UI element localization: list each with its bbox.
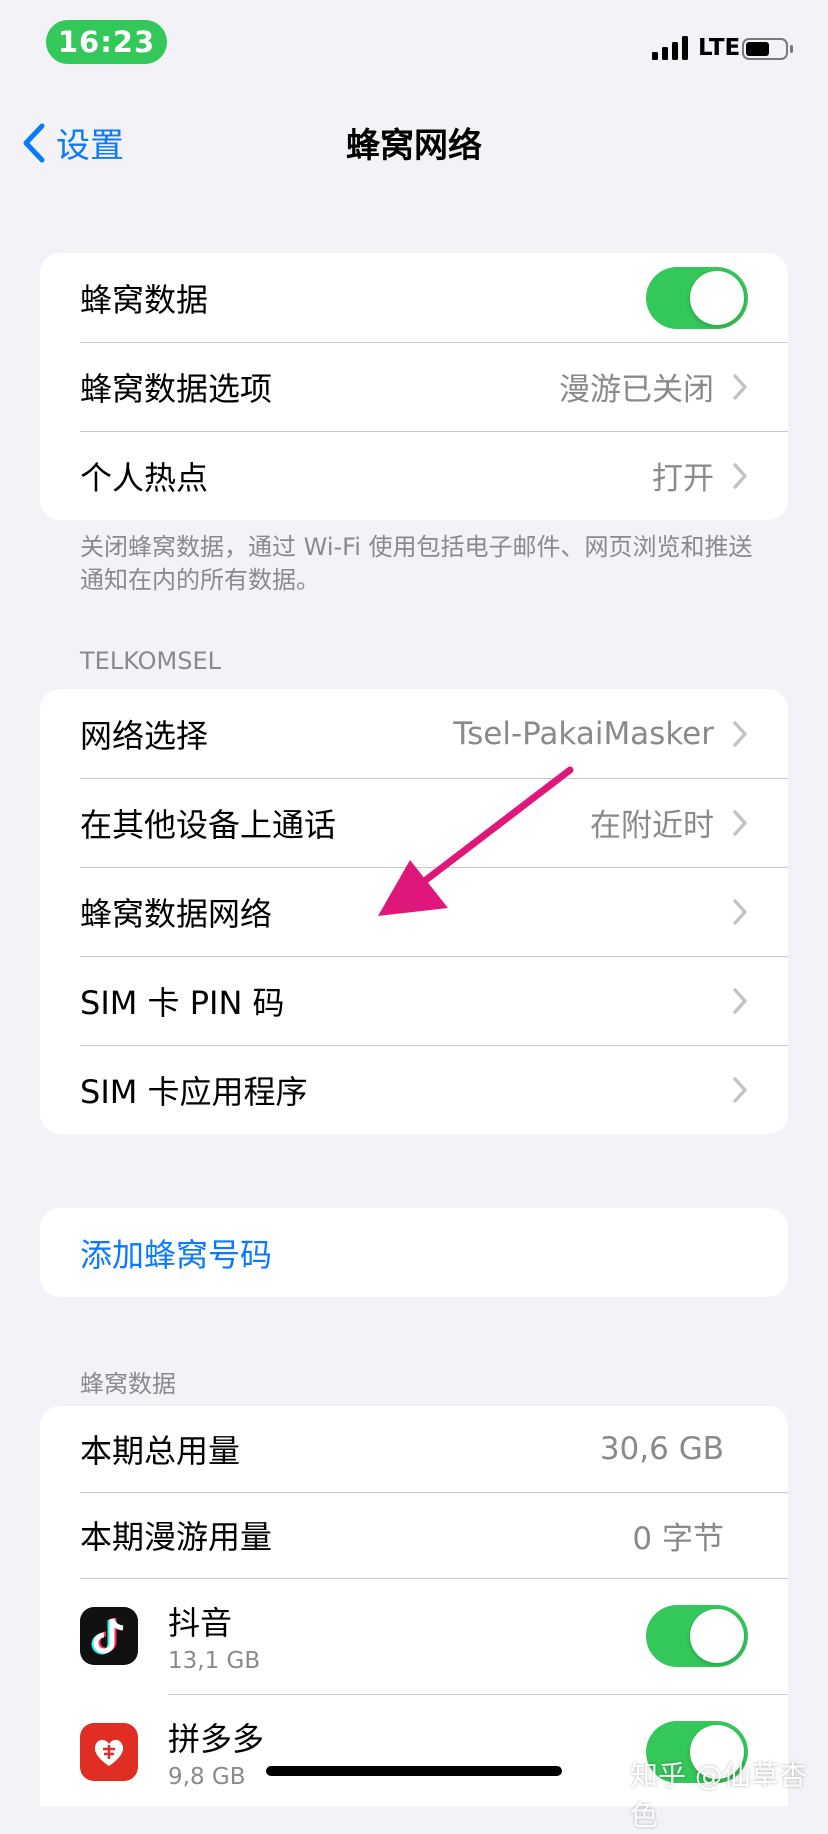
cellular-data-options-value: 漫游已关闭 bbox=[559, 372, 714, 408]
add-cellular-plan-link[interactable]: 添加蜂窝号码 bbox=[80, 1230, 272, 1276]
tiktok-note-icon bbox=[91, 1618, 124, 1655]
battery-icon bbox=[742, 38, 793, 60]
cellular-data-options-row[interactable]: 蜂窝数据选项 漫游已关闭 bbox=[40, 342, 788, 431]
app-name: 拼多多 bbox=[168, 1720, 265, 1758]
page-title: 蜂窝网络 bbox=[346, 126, 482, 166]
chevron-right-icon bbox=[733, 720, 747, 747]
personal-hotspot-value: 打开 bbox=[652, 461, 714, 497]
roaming-period-value: 0 字节 bbox=[632, 1520, 724, 1557]
personal-hotspot-row[interactable]: 个人热点 打开 bbox=[40, 431, 788, 520]
cellular-data-options-label: 蜂窝数据选项 bbox=[80, 369, 273, 408]
sim-applications-label: SIM 卡应用程序 bbox=[80, 1072, 308, 1111]
cellular-data-row: 蜂窝数据 bbox=[40, 253, 788, 342]
calls-other-devices-value: 在附近时 bbox=[590, 808, 714, 844]
app-row-douyin: 抖音 13,1 GB bbox=[40, 1578, 788, 1694]
cellular-data-label: 蜂窝数据 bbox=[80, 280, 209, 319]
chevron-right-icon bbox=[733, 809, 747, 836]
chevron-right-icon bbox=[733, 1076, 747, 1103]
sim-pin-label: SIM 卡 PIN 码 bbox=[80, 983, 285, 1022]
app-name: 抖音 bbox=[168, 1604, 233, 1642]
add-cellular-plan-row[interactable]: 添加蜂窝号码 bbox=[40, 1208, 788, 1297]
current-period-row: 本期总用量 30,6 GB bbox=[40, 1406, 788, 1492]
heart-icon bbox=[94, 1739, 124, 1766]
cellular-settings-group: 蜂窝数据 蜂窝数据选项 漫游已关闭 个人热点 打开 bbox=[40, 253, 788, 520]
app-info: 拼多多 9,8 GB bbox=[168, 1714, 646, 1790]
personal-hotspot-label: 个人热点 bbox=[80, 458, 209, 497]
cellular-data-toggle[interactable] bbox=[646, 266, 748, 329]
roaming-period-row: 本期漫游用量 0 字节 bbox=[40, 1492, 788, 1578]
app-info: 抖音 13,1 GB bbox=[168, 1598, 646, 1674]
watermark: 知乎 @仙草杏色 bbox=[630, 1759, 807, 1832]
network-selection-label: 网络选择 bbox=[80, 716, 209, 755]
add-plan-group: 添加蜂窝号码 bbox=[40, 1208, 788, 1297]
current-period-label: 本期总用量 bbox=[80, 1432, 241, 1470]
sim-pin-row[interactable]: SIM 卡 PIN 码 bbox=[40, 956, 788, 1045]
toggle-knob bbox=[690, 270, 744, 325]
douyin-data-toggle[interactable] bbox=[646, 1605, 748, 1667]
pinduoduo-app-icon bbox=[80, 1723, 138, 1781]
chevron-right-icon bbox=[733, 462, 747, 489]
chevron-right-icon bbox=[733, 987, 747, 1014]
sim-applications-row[interactable]: SIM 卡应用程序 bbox=[40, 1045, 788, 1134]
data-usage-group: 本期总用量 30,6 GB 本期漫游用量 0 字节 抖音 13,1 GB 拼多多… bbox=[40, 1406, 788, 1806]
status-time: 16:23 bbox=[46, 20, 167, 64]
home-indicator[interactable] bbox=[266, 1766, 562, 1776]
toggle-knob bbox=[690, 1609, 744, 1663]
data-usage-header: 蜂窝数据 bbox=[80, 1370, 176, 1398]
carrier-header: TELKOMSEL bbox=[80, 647, 221, 675]
roaming-period-label: 本期漫游用量 bbox=[80, 1518, 273, 1556]
cellular-footer-note: 关闭蜂窝数据，通过 Wi-Fi 使用包括电子邮件、网页浏览和推送通知在内的所有数… bbox=[80, 533, 753, 594]
chevron-right-icon bbox=[733, 373, 747, 400]
chevron-right-icon bbox=[733, 898, 747, 925]
app-usage: 13,1 GB bbox=[168, 1648, 261, 1674]
current-period-value: 30,6 GB bbox=[599, 1431, 724, 1467]
network-type: LTE bbox=[698, 35, 741, 61]
douyin-app-icon bbox=[80, 1607, 138, 1665]
annotation-arrow-icon bbox=[378, 766, 574, 916]
signal-icon bbox=[652, 36, 688, 60]
network-selection-value: Tsel-PakaiMasker bbox=[453, 715, 714, 752]
